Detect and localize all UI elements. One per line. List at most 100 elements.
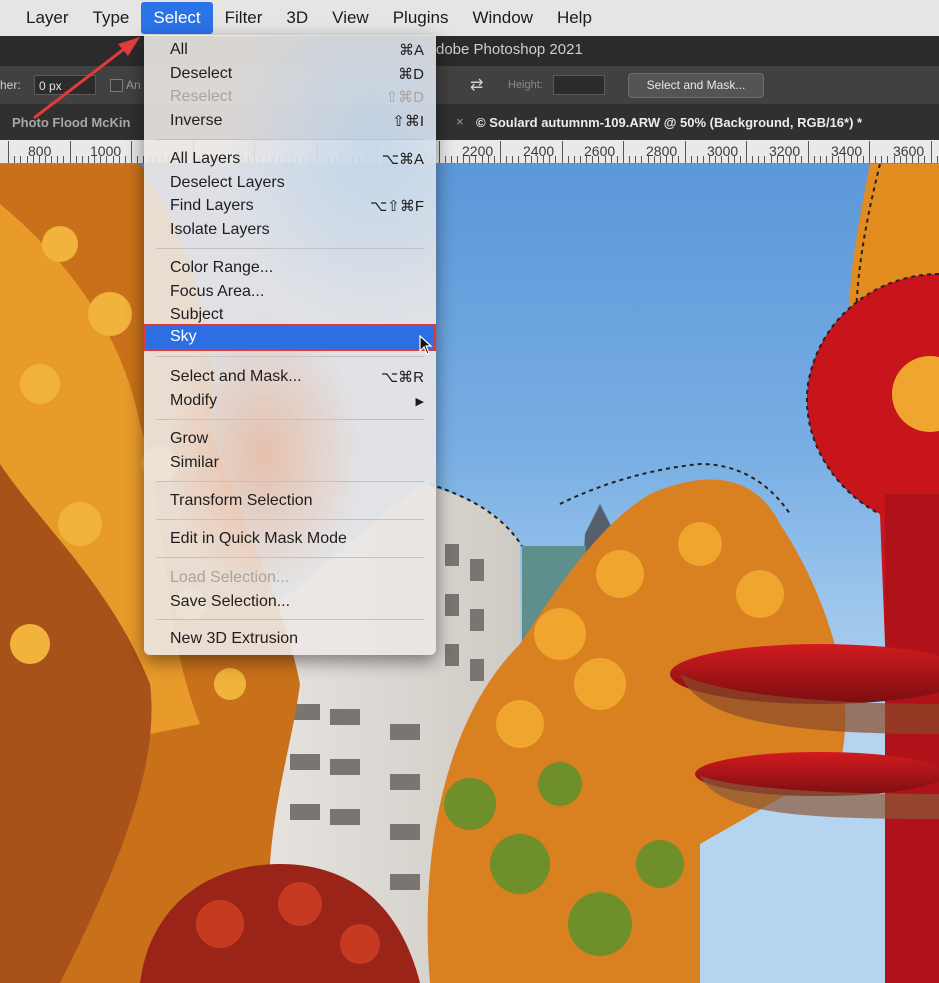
- menu-item-all-layers[interactable]: All Layers ⌥⌘A: [144, 147, 436, 171]
- menu-separator: [156, 557, 424, 558]
- ruler-tick: [813, 156, 815, 163]
- ruler-tick: [555, 156, 557, 163]
- menu-item-transform-selection[interactable]: Transform Selection: [144, 489, 436, 513]
- ruler-tick: [746, 141, 747, 163]
- shortcut-label: ⌥⇧⌘F: [369, 198, 424, 215]
- menu-item-grow[interactable]: Grow: [144, 427, 436, 451]
- ruler-label: 2400: [523, 143, 555, 159]
- menu-plugins[interactable]: Plugins: [381, 2, 461, 34]
- menu-separator: [156, 519, 424, 520]
- menu-item-new-3d-extrusion[interactable]: New 3D Extrusion: [144, 627, 436, 651]
- ruler-label: 2200: [462, 143, 494, 159]
- ruler-tick: [869, 141, 870, 163]
- feather-input[interactable]: 0 px: [34, 75, 96, 95]
- ruler-tick: [629, 156, 631, 163]
- ruler-tick: [69, 141, 71, 163]
- ruler-tick: [930, 141, 932, 163]
- menu-separator: [156, 419, 424, 420]
- ruler-tick: [63, 156, 65, 163]
- menu-item-select-and-mask[interactable]: Select and Mask... ⌥⌘R: [144, 365, 436, 389]
- menu-item-modify[interactable]: Modify ▶: [144, 389, 436, 413]
- menu-item-deselect[interactable]: Deselect ⌘D: [144, 62, 436, 86]
- document-tab-flood[interactable]: Photo Flood McKin: [12, 115, 130, 130]
- menu-item-deselect-layers[interactable]: Deselect Layers: [144, 171, 436, 195]
- select-and-mask-button[interactable]: Select and Mask...: [628, 73, 764, 98]
- menu-item-load-selection: Load Selection...: [170, 569, 290, 586]
- ruler-tick: [450, 156, 452, 163]
- ruler-tick: [887, 156, 889, 163]
- ruler-tick: [506, 156, 508, 163]
- ruler-tick: [438, 141, 440, 163]
- ruler-tick: [500, 141, 501, 163]
- menu-item-inverse[interactable]: Inverse ⇧⌘I: [144, 109, 436, 133]
- photo-image: [0, 164, 939, 983]
- ruler-tick: [518, 156, 520, 163]
- ruler-tick: [641, 156, 643, 163]
- ruler-tick: [567, 156, 569, 163]
- ruler-tick: [764, 156, 766, 163]
- menu-window[interactable]: Window: [460, 2, 544, 34]
- menu-item-quick-mask[interactable]: Edit in Quick Mask Mode: [144, 527, 436, 551]
- menu-separator: [156, 248, 424, 249]
- anti-alias-label: An: [126, 78, 141, 92]
- menu-bar: Layer Type Select Filter 3D View Plugins…: [0, 0, 939, 36]
- ruler-tick: [752, 156, 754, 163]
- ruler-tick: [14, 156, 16, 163]
- menu-item-focus-area[interactable]: Focus Area...: [144, 280, 436, 304]
- document-tab-soulard[interactable]: © Soulard autumnm-109.ARW @ 50% (Backgro…: [476, 115, 862, 130]
- ruler-tick: [819, 156, 821, 163]
- menu-item-similar[interactable]: Similar: [144, 451, 436, 475]
- menu-select[interactable]: Select: [141, 2, 213, 34]
- document-tab-bar: Photo Flood McKin × © Soulard autumnm-10…: [0, 104, 939, 140]
- menu-separator: [156, 139, 424, 140]
- ruler-tick: [936, 156, 938, 163]
- ruler-tick: [881, 156, 883, 163]
- menu-view[interactable]: View: [320, 2, 381, 34]
- ruler-tick: [57, 156, 59, 163]
- height-label: Height:: [508, 79, 543, 91]
- menu-filter[interactable]: Filter: [213, 2, 275, 34]
- swap-dimensions-icon[interactable]: ⇄: [470, 75, 483, 95]
- ruler-tick: [512, 156, 514, 163]
- menu-layer[interactable]: Layer: [14, 2, 81, 34]
- menu-help[interactable]: Help: [545, 2, 604, 34]
- ruler-tick: [137, 156, 139, 163]
- ruler-tick: [8, 141, 9, 163]
- ruler-label: 3400: [831, 143, 863, 159]
- close-icon[interactable]: ×: [456, 114, 464, 129]
- height-input[interactable]: [553, 75, 605, 95]
- menu-item-color-range[interactable]: Color Range...: [144, 256, 436, 280]
- ruler-tick: [81, 156, 83, 163]
- ruler-tick: [493, 156, 495, 163]
- ruler-tick: [561, 141, 563, 163]
- ruler-tick: [623, 141, 624, 163]
- menu-item-save-selection[interactable]: Save Selection...: [144, 590, 436, 614]
- ruler-label: 800: [28, 143, 52, 159]
- menu-item-sky-label: Sky: [170, 328, 197, 345]
- shortcut-label: ⇧⌘I: [392, 113, 424, 130]
- anti-alias-checkbox[interactable]: [110, 79, 123, 92]
- ruler-tick: [825, 156, 827, 163]
- ruler-label: 3200: [769, 143, 801, 159]
- menu-item-all[interactable]: All ⌘A: [144, 38, 436, 62]
- ruler-label: 2800: [646, 143, 678, 159]
- ruler-label: 1000: [90, 143, 122, 159]
- menu-type[interactable]: Type: [81, 2, 142, 34]
- menu-3d[interactable]: 3D: [274, 2, 320, 34]
- ruler-tick: [20, 156, 22, 163]
- menu-item-isolate-layers[interactable]: Isolate Layers: [144, 218, 436, 242]
- shortcut-label: ⌘D: [398, 66, 424, 83]
- ruler-tick: [579, 156, 581, 163]
- shortcut-label: ⌘A: [398, 42, 424, 59]
- ruler-tick: [739, 156, 741, 163]
- document-canvas[interactable]: [0, 164, 939, 983]
- menu-item-find-layers[interactable]: Find Layers ⌥⇧⌘F: [144, 194, 436, 218]
- shortcut-label: ⌥⌘R: [380, 369, 424, 386]
- ruler-tick: [131, 141, 132, 163]
- horizontal-ruler: 800 1000 2200 2400 2600 2800 3000 3200 3…: [0, 140, 939, 164]
- ruler-tick: [684, 141, 686, 163]
- shortcut-label: ⌥⌘A: [381, 151, 424, 168]
- ruler-label: 3600: [893, 143, 925, 159]
- ruler-tick: [573, 156, 575, 163]
- shortcut-label: ⇧⌘D: [385, 89, 424, 106]
